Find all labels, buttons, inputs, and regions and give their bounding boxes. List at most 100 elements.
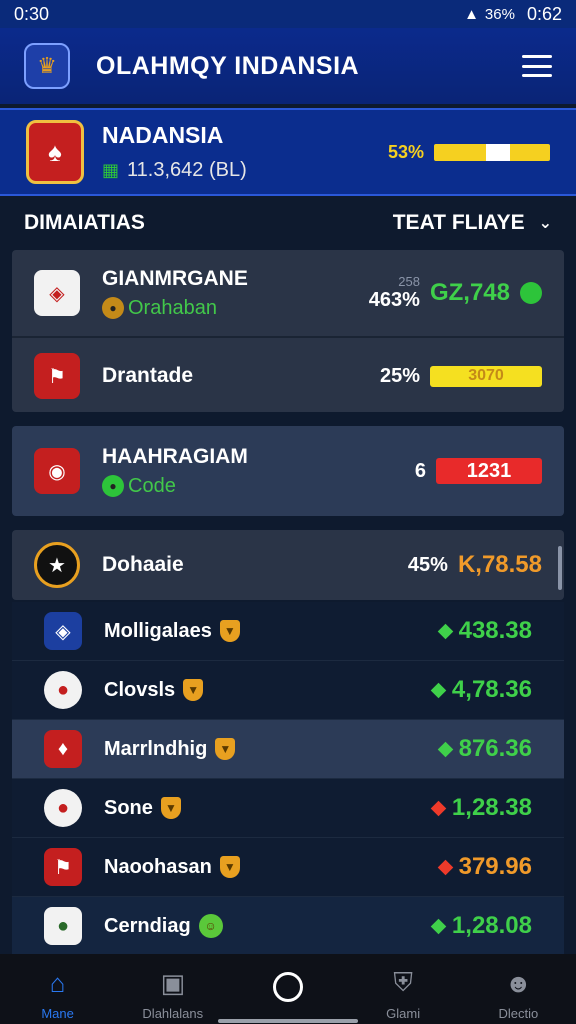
row-value: 379.96 bbox=[437, 853, 564, 881]
team-name: Cerndiag bbox=[104, 914, 191, 937]
row-value: 4,78.36 bbox=[430, 676, 564, 704]
nav-home-button[interactable] bbox=[233, 966, 343, 1002]
nav-dlahlalans[interactable]: ▣ Dlahlalans bbox=[118, 966, 228, 1022]
scrollbar[interactable] bbox=[558, 546, 562, 590]
row-stats: 25% 3070 bbox=[380, 365, 564, 388]
small-label: 258 bbox=[398, 274, 420, 289]
person-icon: ☻ bbox=[504, 967, 533, 998]
trend-up-icon bbox=[430, 682, 447, 698]
status-clock: 0:62 bbox=[526, 3, 562, 24]
team-crest-icon: ◉ bbox=[34, 448, 80, 494]
medal-icon: ▼ bbox=[219, 856, 240, 878]
wifi-icon: ▲ bbox=[464, 5, 479, 23]
value-text: 438.38 bbox=[458, 617, 532, 644]
list-item[interactable]: ◈ GIANMRGANE ● Orahaban 258 463% GZ,748 bbox=[12, 250, 564, 338]
app-header: ♛ OLAHMQY INDANSIA bbox=[0, 28, 576, 104]
team-crest-icon: ⚑ bbox=[34, 353, 80, 399]
card-group: ★ Dohaaie 45% K,78.58 bbox=[12, 530, 564, 600]
card-group: ◉ HAAHRAGIAM ● Code 6 1231 bbox=[12, 426, 564, 516]
status-dot-icon bbox=[520, 282, 542, 304]
team-crest-icon: ⚑ bbox=[44, 848, 82, 886]
team-name: Dohaaie bbox=[102, 553, 184, 576]
player-avatar-icon: ● bbox=[44, 907, 82, 945]
value-text: 4,78.36 bbox=[451, 676, 532, 703]
gesture-bar bbox=[218, 1019, 358, 1023]
stat-stack: 258 463% bbox=[369, 274, 420, 312]
status-time: 0:30 bbox=[14, 3, 50, 24]
progress-notch bbox=[486, 143, 510, 161]
coin-icon: ● bbox=[102, 475, 124, 497]
list-item[interactable]: ◉ HAAHRAGIAM ● Code 6 1231 bbox=[12, 426, 564, 516]
team-crest-icon: ♦ bbox=[44, 730, 82, 768]
list-item[interactable]: ● Clovsls ▼ 4,78.36 bbox=[12, 661, 564, 720]
club-crest-icon: ♛ bbox=[24, 43, 70, 89]
team-name: Marrlndhig bbox=[104, 737, 208, 760]
coin-icon: ● bbox=[102, 297, 124, 319]
value-text: 379.96 bbox=[458, 853, 532, 880]
list-item[interactable]: ⚑ Drantade 25% 3070 bbox=[12, 340, 564, 412]
value-text: 1,28.38 bbox=[451, 794, 532, 821]
list-item[interactable]: ● Cerndiag ☺ 1,28.08 bbox=[12, 897, 564, 956]
team-name: Naoohasan bbox=[104, 855, 212, 878]
featured-subtitle: ▦ 11.3,642 (BL) bbox=[102, 159, 247, 182]
team-name: Drantade bbox=[102, 364, 194, 387]
medal-icon: ▼ bbox=[183, 679, 204, 701]
circle-icon bbox=[272, 972, 303, 1002]
list-item[interactable]: ⚑ Naoohasan ▼ 379.96 bbox=[12, 838, 564, 897]
featured-value: 11.3,642 (BL) bbox=[127, 159, 247, 181]
section-title: DIMAIATIAS bbox=[24, 211, 145, 234]
row-percent: 6 bbox=[414, 459, 426, 482]
menu-icon[interactable] bbox=[522, 55, 552, 77]
signal-icons: ▲ 36% bbox=[464, 6, 515, 23]
battery-label: 36% bbox=[484, 5, 515, 23]
team-name: Clovsls bbox=[104, 678, 176, 701]
trend-up-icon bbox=[430, 918, 447, 934]
list-item[interactable]: ♦ Marrlndhig ▼ 876.36 bbox=[12, 720, 564, 779]
row-percent: 45% bbox=[407, 553, 448, 576]
nav-label: Glami bbox=[386, 1006, 421, 1021]
value-bar: 3070 bbox=[430, 365, 542, 387]
chevron-down-icon: ⌄ bbox=[538, 215, 552, 232]
nav-label: Mane bbox=[41, 1006, 74, 1021]
list-item[interactable]: ★ Dohaaie 45% K,78.58 bbox=[12, 530, 564, 600]
list-item[interactable]: ◈ Molligalaes ▼ 438.38 bbox=[12, 602, 564, 661]
team-crest-icon: ◈ bbox=[44, 612, 82, 650]
value-text: 1,28.08 bbox=[451, 912, 532, 939]
value-text: 876.36 bbox=[458, 735, 532, 762]
team-name: HAAHRAGIAM bbox=[102, 444, 248, 468]
status-right: ▲ 36% 0:62 bbox=[464, 4, 562, 25]
nav-label: Dlahlalans bbox=[142, 1006, 204, 1021]
bottom-nav: ⌂ Mane ▣ Dlahlalans ⛨ Glami ☻ Dlectio bbox=[0, 954, 576, 1024]
shield-icon: ⛨ bbox=[393, 967, 413, 997]
nav-glami[interactable]: ⛨ Glami bbox=[348, 966, 458, 1021]
nav-dlectio[interactable]: ☻ Dlectio bbox=[463, 966, 573, 1022]
team-name: GIANMRGANE bbox=[102, 266, 248, 290]
featured-team[interactable]: ♠ NADANSIA ▦ 11.3,642 (BL) 53% bbox=[0, 108, 576, 196]
trend-down-icon bbox=[430, 800, 447, 816]
row-value: 438.38 bbox=[437, 617, 564, 645]
row-value: 1,28.38 bbox=[430, 794, 564, 822]
player-avatar-icon: ● bbox=[44, 789, 82, 827]
featured-text: NADANSIA ▦ 11.3,642 (BL) bbox=[102, 122, 247, 182]
player-avatar-icon: ● bbox=[44, 671, 82, 709]
section-header: DIMAIATIAS TEAT FLIAYE ⌄ bbox=[0, 200, 576, 246]
medal-icon: ▼ bbox=[160, 797, 181, 819]
nav-home[interactable]: ⌂ Mane bbox=[3, 966, 113, 1022]
featured-name: NADANSIA bbox=[102, 122, 224, 148]
row-value: GZ,748 bbox=[429, 279, 510, 306]
team-crest-icon: ◈ bbox=[34, 270, 80, 316]
trend-up-icon bbox=[437, 623, 453, 639]
value-bar: 1231 bbox=[436, 458, 542, 484]
home-icon: ⌂ bbox=[49, 967, 66, 998]
featured-progress-bar bbox=[434, 143, 550, 161]
featured-percent: 53% bbox=[387, 141, 424, 162]
team-crest-icon: ★ bbox=[34, 542, 80, 588]
chart-icon: ▦ bbox=[102, 160, 120, 180]
list-item[interactable]: ● Sone ▼ 1,28.38 bbox=[12, 779, 564, 838]
row-stats: 45% K,78.58 bbox=[408, 551, 564, 579]
filter-dropdown[interactable]: TEAT FLIAYE ⌄ bbox=[393, 211, 552, 235]
trend-down-icon bbox=[437, 859, 453, 875]
app-title: OLAHMQY INDANSIA bbox=[96, 51, 360, 80]
subtitle-text: Orahaban bbox=[128, 296, 217, 319]
team-subtitle: ● Orahaban bbox=[102, 297, 248, 320]
